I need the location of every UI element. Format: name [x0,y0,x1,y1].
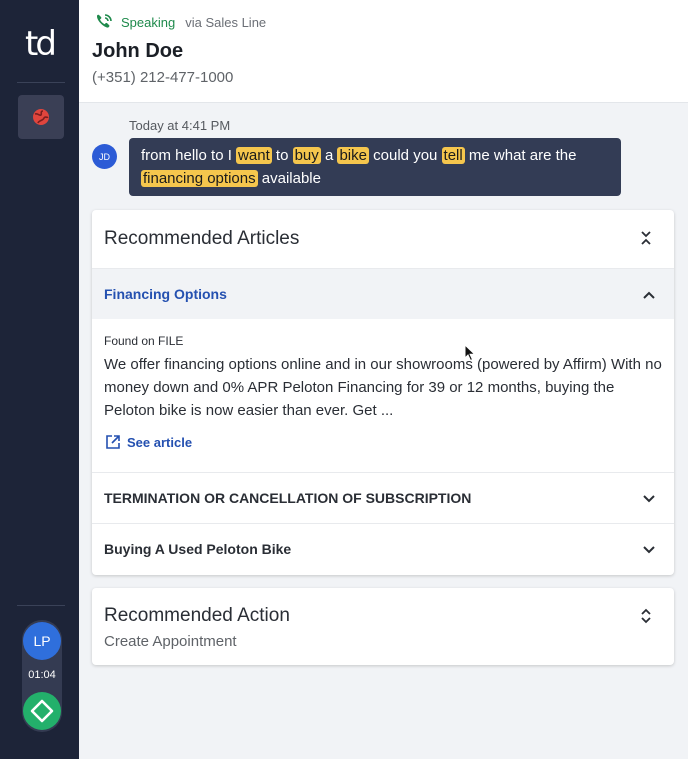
expand-toggle[interactable] [638,608,654,624]
highlighted-keyword: bike [337,147,369,164]
agent-avatar[interactable]: LP [23,622,61,660]
sidebar-divider [17,82,65,83]
article-title: Buying A Used Peloton Bike [104,541,292,557]
sidebar: td LP 01:04 [0,0,79,759]
caller-name: John Doe [92,40,184,62]
see-article-label: See article [127,434,193,450]
recommended-articles-card: Recommended Articles Financing Options F… [92,210,674,575]
collapse-icon [641,231,651,245]
transcript-segment: could you [369,147,442,164]
chevron-down-icon [643,495,655,503]
caller-phone: (+351) 212-477-1000 [92,69,234,86]
transcript-segment: to [271,147,293,164]
diamond-icon [30,699,54,723]
globe-icon [33,109,49,125]
transcript-segment: from hello to I [141,147,237,164]
line-label: via Sales Line [185,14,267,30]
chevron-down-icon [643,546,655,554]
article-source: Found on FILE [104,334,184,348]
call-control-button[interactable] [23,692,61,730]
highlighted-keyword: tell [441,147,465,164]
chevron-up-icon [643,291,655,299]
call-timer: 01:04 [28,669,56,681]
globe-nav-button[interactable] [18,95,64,139]
collapse-all-toggle[interactable] [638,230,654,246]
highlighted-keyword: financing options [141,170,258,187]
article-preview: Found on FILE We offer financing options… [104,334,664,422]
caller-avatar: JD [92,144,117,169]
article-snippet: We offer financing options online and in… [104,356,662,419]
see-article-link[interactable]: See article [105,434,192,450]
message-timestamp: Today at 4:41 PM [129,118,231,133]
card-title: Recommended Articles [104,228,300,249]
highlighted-keyword: want [236,147,272,164]
article-title: Financing Options [104,286,227,302]
status-label: Speaking [121,14,176,30]
article-used-bike[interactable]: Buying A Used Peloton Bike [92,523,674,575]
sidebar-divider [17,605,65,606]
transcript-text: from hello to I want to buy a bike could… [141,147,576,187]
card-title: Recommended Action [104,605,290,626]
app-logo: td [25,24,57,64]
call-status: Speaking via Sales Line [94,13,266,31]
article-financing-options[interactable]: Financing Options [92,268,674,319]
external-link-icon [106,435,120,449]
transcript-segment: me what are the [464,147,577,164]
transcript-bubble: from hello to I want to buy a bike could… [129,138,621,196]
phone-speaking-icon [96,14,112,28]
transcript-segment: a [320,147,338,164]
transcript-segment: available [257,170,321,187]
article-title: TERMINATION OR CANCELLATION OF SUBSCRIPT… [104,490,472,506]
expand-icon [641,608,651,624]
call-header: Speaking via Sales Line John Doe (+351) … [79,0,688,103]
action-subtitle: Create Appointment [104,633,237,650]
article-termination[interactable]: TERMINATION OR CANCELLATION OF SUBSCRIPT… [92,472,674,524]
highlighted-keyword: buy [292,147,321,164]
recommended-action-card[interactable]: Recommended Action Create Appointment [92,588,674,665]
mouse-cursor-icon [464,344,476,362]
